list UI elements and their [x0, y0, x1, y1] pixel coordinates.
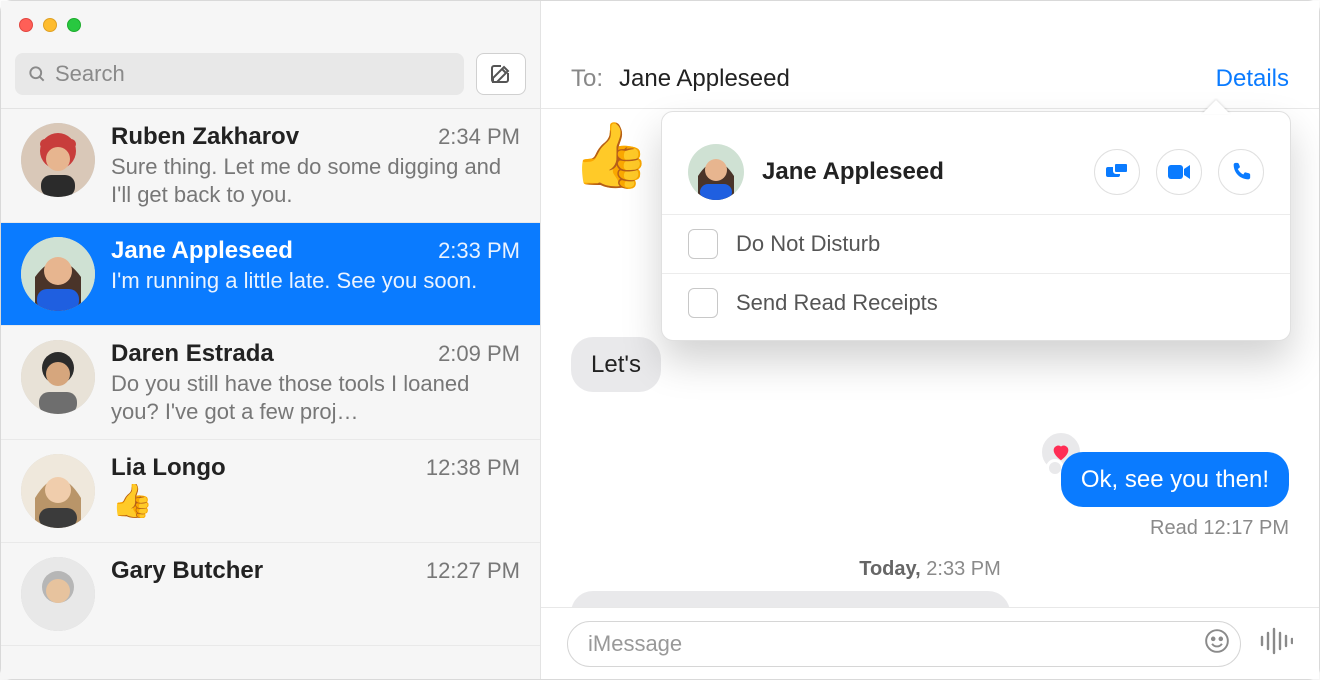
- conversation-list: Ruben Zakharov 2:34 PM Sure thing. Let m…: [1, 109, 540, 679]
- sidebar: Search Ruben Zakharov 2:34 PM Sure thing…: [1, 1, 541, 679]
- popover-contact-name: Jane Appleseed: [762, 158, 1076, 186]
- compose-bar: iMessage: [541, 607, 1319, 679]
- timestamp-divider: Today, 2:33 PM: [571, 558, 1289, 581]
- avatar: [21, 237, 95, 311]
- avatar: [688, 144, 744, 200]
- conversation-time: 2:34 PM: [438, 124, 520, 150]
- window-traffic-lights: [1, 1, 540, 49]
- search-icon: [27, 64, 47, 84]
- avatar: [21, 340, 95, 414]
- audio-call-button[interactable]: [1218, 149, 1264, 195]
- read-receipts-row[interactable]: Send Read Receipts: [662, 273, 1290, 332]
- avatar: [21, 557, 95, 631]
- screens-icon: [1105, 162, 1129, 182]
- waveform-icon: [1259, 627, 1293, 655]
- conversation-item-daren[interactable]: Daren Estrada 2:09 PM Do you still have …: [1, 326, 540, 440]
- compose-icon: [489, 62, 513, 86]
- to-name: Jane Appleseed: [619, 65, 790, 93]
- conversation-name: Jane Appleseed: [111, 237, 293, 265]
- conversation-name: Daren Estrada: [111, 340, 274, 368]
- window-zoom-button[interactable]: [67, 18, 81, 32]
- video-call-button[interactable]: [1156, 149, 1202, 195]
- read-receipts-checkbox[interactable]: [688, 288, 718, 318]
- screen-share-button[interactable]: [1094, 149, 1140, 195]
- message-emoji: 👍: [571, 123, 651, 187]
- search-input[interactable]: Search: [15, 53, 464, 95]
- details-button[interactable]: Details: [1216, 65, 1289, 93]
- message-input[interactable]: iMessage: [567, 621, 1241, 667]
- emoji-picker-button[interactable]: [1204, 628, 1230, 660]
- conversation-item-ruben[interactable]: Ruben Zakharov 2:34 PM Sure thing. Let m…: [1, 109, 540, 223]
- conversation-time: 12:38 PM: [426, 455, 520, 481]
- message-in: Let's: [571, 337, 661, 392]
- window-minimize-button[interactable]: [43, 18, 57, 32]
- message-out: Ok, see you then!: [1061, 452, 1289, 507]
- window-close-button[interactable]: [19, 18, 33, 32]
- do-not-disturb-label: Do Not Disturb: [736, 231, 880, 257]
- conversation-item-gary[interactable]: Gary Butcher 12:27 PM: [1, 543, 540, 646]
- conversation-name: Lia Longo: [111, 454, 226, 482]
- conversation-time: 2:09 PM: [438, 341, 520, 367]
- conversation-preview: 👍: [111, 484, 520, 518]
- avatar: [21, 454, 95, 528]
- conversation-time: 12:27 PM: [426, 558, 520, 584]
- conversation-item-lia[interactable]: Lia Longo 12:38 PM 👍: [1, 440, 540, 543]
- smile-icon: [1204, 628, 1230, 654]
- to-label: To:: [571, 65, 603, 93]
- avatar: [21, 123, 95, 197]
- conversation-preview: Do you still have those tools I loaned y…: [111, 370, 520, 425]
- read-receipts-label: Send Read Receipts: [736, 290, 938, 316]
- compose-button[interactable]: [476, 53, 526, 95]
- conversation-name: Ruben Zakharov: [111, 123, 299, 151]
- conversation-preview: Sure thing. Let me do some digging and I…: [111, 153, 520, 208]
- conversation-name: Gary Butcher: [111, 557, 263, 585]
- conversation-item-jane[interactable]: Jane Appleseed 2:33 PM I'm running a lit…: [1, 223, 540, 326]
- details-popover: Jane Appleseed Do Not Disturb Send Read …: [661, 111, 1291, 341]
- video-icon: [1167, 163, 1191, 181]
- conversation-preview: I'm running a little late. See you soon.: [111, 267, 520, 295]
- do-not-disturb-checkbox[interactable]: [688, 229, 718, 259]
- read-receipt: Read 12:17 PM: [571, 517, 1289, 540]
- search-placeholder: Search: [55, 61, 125, 87]
- phone-icon: [1230, 161, 1252, 183]
- do-not-disturb-row[interactable]: Do Not Disturb: [662, 214, 1290, 273]
- message-in: I'm running a little late. See you soon.: [571, 591, 1010, 607]
- message-input-placeholder: iMessage: [588, 631, 682, 657]
- audio-message-button[interactable]: [1259, 627, 1293, 660]
- conversation-time: 2:33 PM: [438, 238, 520, 264]
